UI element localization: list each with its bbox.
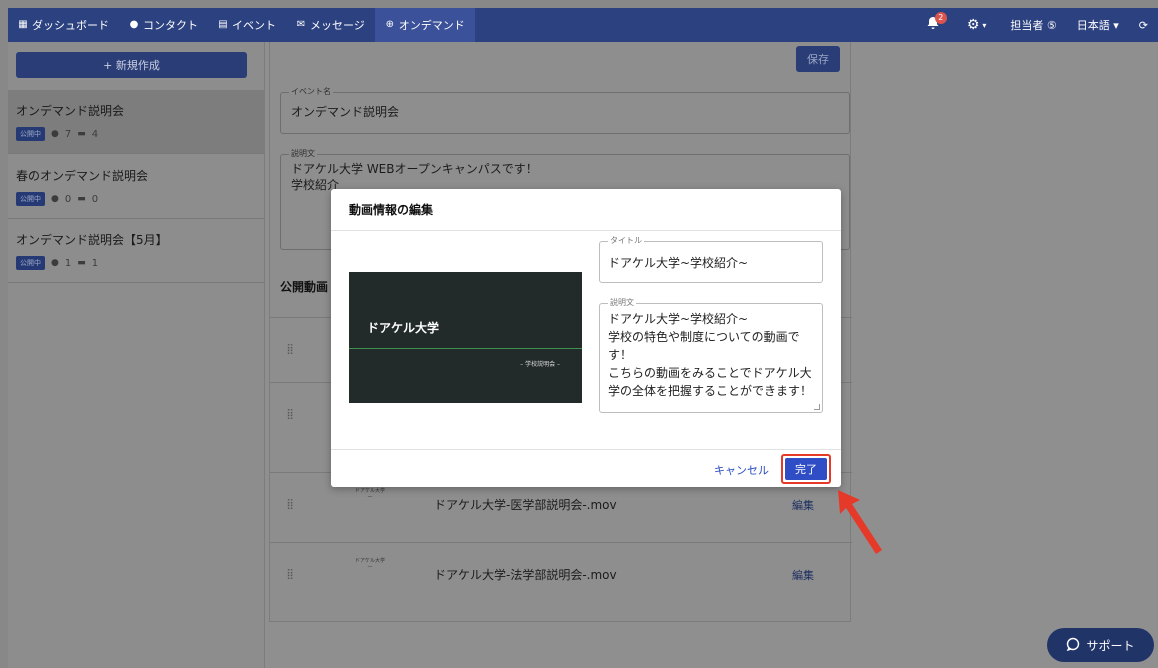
people-count: 7	[64, 128, 72, 140]
video-count: 4	[91, 128, 99, 140]
chat-bubble-icon	[1066, 637, 1080, 654]
video-count: 0	[91, 193, 99, 205]
field-legend: 説明文	[289, 148, 317, 159]
video-thumbnail: ドアケル大学 —	[354, 557, 385, 570]
done-button[interactable]: 完了	[785, 458, 827, 480]
sidebar: + 新規作成 オンデマンド説明会 公開中 ● 7 ▬ 4 春のオンデマンド説明会…	[8, 42, 265, 668]
video-count: 1	[91, 257, 99, 269]
dashboard-icon: ▦	[18, 19, 28, 30]
field-legend: タイトル	[608, 235, 644, 246]
notifications-button[interactable]: 2	[913, 8, 953, 42]
field-legend: イベント名	[289, 86, 333, 97]
nav-on-demand-label: オンデマンド	[398, 19, 465, 32]
nav-right: 2 ⚙ ▾ 担当者 ⑤ 日本語 ▾ ⟳	[913, 8, 1158, 42]
preview-title: ドアケル大学	[367, 321, 440, 335]
nav-messages-label: メッセージ	[310, 19, 365, 32]
edit-video-modal: 動画情報の編集 ドアケル大学 – 学校説明会 – タイトル ドアケル大学~学校紹…	[331, 189, 841, 487]
nav-events[interactable]: ▤ イベント	[208, 8, 286, 42]
nav-contacts[interactable]: ● コンタクト	[119, 8, 208, 42]
resize-handle-icon[interactable]	[814, 404, 820, 410]
done-button-highlight: 完了	[781, 454, 831, 484]
nav-messages[interactable]: ✉ メッセージ	[286, 8, 375, 42]
status-badge: 公開中	[16, 127, 45, 141]
event-list-item[interactable]: 春のオンデマンド説明会 公開中 ● 0 ▬ 0	[8, 155, 265, 219]
user-menu[interactable]: 担当者 ⑤	[1000, 8, 1066, 42]
modal-footer: キャンセル 完了	[331, 449, 841, 487]
drag-handle-icon[interactable]: ⣿	[270, 569, 310, 580]
new-event-button[interactable]: + 新規作成	[16, 52, 247, 78]
person-icon: ●	[51, 258, 59, 268]
description-line: こちらの動画をみることでドアケル大	[608, 366, 812, 380]
thumbnail-caption: ドアケル大学	[354, 487, 385, 494]
section-title: 公開動画	[280, 280, 329, 294]
event-title: オンデマンド説明会【5月】	[16, 233, 168, 247]
video-description-input[interactable]: 説明文 ドアケル大学~学校紹介~ 学校の特色や制度についての動画で す！ こちら…	[599, 297, 823, 413]
language-menu[interactable]: 日本語 ▾	[1067, 8, 1129, 42]
nav-contacts-label: コンタクト	[143, 19, 198, 32]
description-line: ドアケル大学 WEBオープンキャンパスです！	[291, 162, 538, 176]
top-nav: ▦ ダッシュボード ● コンタクト ▤ イベント ✉ メッセージ ⊕ オンデマン…	[8, 8, 1158, 42]
nav-on-demand[interactable]: ⊕ オンデマンド	[374, 8, 475, 42]
event-name-field[interactable]: イベント名 オンデマンド説明会	[280, 86, 850, 134]
preview-divider	[349, 348, 582, 349]
message-icon: ✉	[296, 19, 306, 30]
people-count: 1	[64, 257, 72, 269]
person-icon: ●	[51, 194, 59, 204]
video-icon: ▬	[77, 194, 86, 204]
video-title-value: ドアケル大学~学校紹介~	[608, 256, 749, 270]
drag-handle-icon[interactable]: ⣿	[270, 409, 310, 420]
support-label: サポート	[1086, 638, 1135, 653]
preview-subtitle: – 学校説明会 –	[520, 361, 560, 368]
field-legend: 説明文	[608, 297, 636, 308]
video-thumbnail: ドアケル大学 —	[354, 487, 385, 500]
drag-handle-icon[interactable]: ⣿	[270, 344, 310, 355]
video-icon: ▬	[77, 129, 86, 139]
event-title: 春のオンデマンド説明会	[16, 169, 149, 183]
description-line: 学校の特色や制度についての動画で	[608, 330, 800, 344]
people-count: 0	[64, 193, 72, 205]
event-list-item[interactable]: オンデマンド説明会 公開中 ● 7 ▬ 4	[8, 90, 265, 154]
calendar-icon: ▤	[218, 19, 228, 30]
gear-icon: ⚙	[966, 17, 980, 33]
nav-dashboard[interactable]: ▦ ダッシュボード	[8, 8, 119, 42]
notification-badge: 2	[934, 12, 947, 24]
arrow-pointer-icon	[838, 490, 882, 554]
thumbnail-caption: ドアケル大学	[354, 557, 385, 564]
person-icon: ●	[129, 19, 139, 30]
globe-icon: ⊕	[385, 19, 394, 30]
video-row: ⣿ ドアケル大学 — ドアケル大学-法学部説明会-.mov 編集	[270, 542, 852, 606]
event-list-item[interactable]: オンデマンド説明会【5月】 公開中 ● 1 ▬ 1	[8, 219, 265, 283]
person-icon: ●	[51, 129, 59, 139]
video-title: ドアケル大学-法学部説明会-.mov	[434, 568, 617, 582]
description-line: 学の全体を把握することができます！	[608, 384, 813, 398]
edit-button[interactable]: 編集	[792, 567, 852, 583]
modal-title: 動画情報の編集	[331, 189, 841, 231]
nav-events-label: イベント	[232, 19, 276, 32]
status-badge: 公開中	[16, 256, 45, 270]
status-badge: 公開中	[16, 192, 45, 206]
nav-dashboard-label: ダッシュボード	[32, 19, 109, 32]
video-icon: ▬	[77, 258, 86, 268]
video-title: ドアケル大学-医学部説明会-.mov	[434, 498, 617, 512]
support-button[interactable]: サポート	[1047, 628, 1154, 662]
save-button[interactable]: 保存	[796, 46, 840, 72]
video-preview: ドアケル大学 – 学校説明会 –	[349, 272, 582, 403]
event-title: オンデマンド説明会	[16, 104, 125, 118]
description-line: す！	[608, 348, 633, 362]
description-line: ドアケル大学~学校紹介~	[608, 312, 749, 326]
video-title-input[interactable]: タイトル ドアケル大学~学校紹介~	[599, 235, 823, 283]
drag-handle-icon[interactable]: ⣿	[270, 499, 310, 510]
chevron-down-icon: ▾	[982, 20, 987, 30]
cancel-button[interactable]: キャンセル	[714, 462, 769, 478]
settings-button[interactable]: ⚙ ▾	[953, 17, 1001, 33]
refresh-icon[interactable]: ⟳	[1129, 8, 1158, 42]
event-name-value: オンデマンド説明会	[291, 105, 400, 119]
